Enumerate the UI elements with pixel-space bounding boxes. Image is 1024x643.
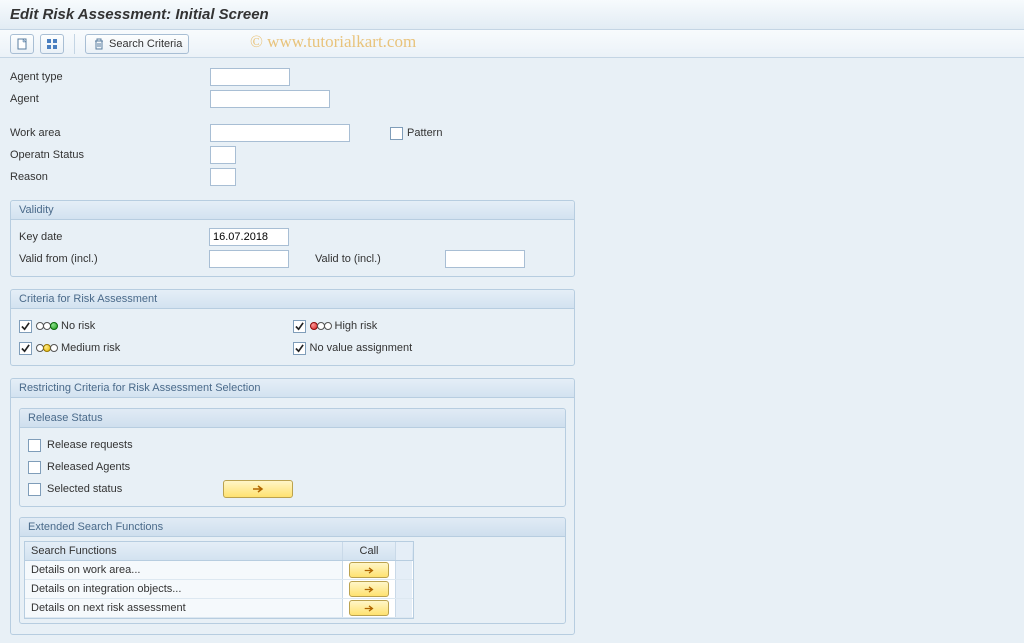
title-bar: Edit Risk Assessment: Initial Screen	[0, 0, 1024, 30]
call-cell	[343, 561, 396, 579]
extended-search-groupbox: Extended Search Functions Search Functio…	[19, 517, 566, 624]
criteria-title: Criteria for Risk Assessment	[11, 290, 574, 309]
agent-label: Agent	[10, 93, 210, 105]
valid-from-input[interactable]	[209, 250, 289, 268]
release-requests-label: Release requests	[47, 439, 133, 451]
traffic-light-yellow-icon	[36, 344, 57, 352]
extended-search-title: Extended Search Functions	[20, 518, 565, 537]
search-criteria-label: Search Criteria	[109, 38, 182, 50]
operatn-status-label: Operatn Status	[10, 149, 210, 161]
arrow-right-icon	[363, 566, 375, 575]
call-cell	[343, 580, 396, 598]
release-status-title: Release Status	[20, 409, 565, 428]
search-function-cell: Details on work area...	[25, 561, 343, 579]
col-search-functions[interactable]: Search Functions	[25, 542, 343, 560]
col-call[interactable]: Call	[343, 542, 396, 560]
table-row[interactable]: Details on next risk assessment	[25, 599, 413, 618]
high-risk-checkbox[interactable]	[293, 320, 306, 333]
selected-status-arrow-button[interactable]	[223, 480, 293, 498]
search-function-cell: Details on integration objects...	[25, 580, 343, 598]
valid-to-input[interactable]	[445, 250, 525, 268]
no-risk-checkbox[interactable]	[19, 320, 32, 333]
no-value-label: No value assignment	[310, 342, 413, 354]
selected-status-label: Selected status	[47, 483, 217, 495]
no-risk-label: No risk	[61, 320, 95, 332]
key-date-input[interactable]	[209, 228, 289, 246]
no-value-checkbox[interactable]	[293, 342, 306, 355]
grid-layout-button[interactable]	[40, 34, 64, 54]
validity-title: Validity	[11, 201, 574, 220]
search-function-cell: Details on next risk assessment	[25, 599, 343, 617]
trash-icon	[92, 37, 106, 51]
table-scrollbar[interactable]	[396, 561, 412, 579]
restricting-groupbox: Restricting Criteria for Risk Assessment…	[10, 378, 575, 635]
table-row[interactable]: Details on integration objects...	[25, 580, 413, 599]
toolbar: Search Criteria	[0, 30, 1024, 58]
criteria-groupbox: Criteria for Risk Assessment No risk Hig…	[10, 289, 575, 366]
document-icon	[15, 37, 29, 51]
released-agents-checkbox[interactable]	[28, 461, 41, 474]
call-arrow-button[interactable]	[349, 600, 389, 616]
selected-status-checkbox[interactable]	[28, 483, 41, 496]
restricting-title: Restricting Criteria for Risk Assessment…	[11, 379, 574, 398]
search-functions-table: Search Functions Call Details on work ar…	[24, 541, 414, 619]
call-arrow-button[interactable]	[349, 562, 389, 578]
call-arrow-button[interactable]	[349, 581, 389, 597]
reason-label: Reason	[10, 171, 210, 183]
release-requests-checkbox[interactable]	[28, 439, 41, 452]
pattern-label: Pattern	[407, 127, 442, 139]
work-area-label: Work area	[10, 127, 210, 139]
high-risk-label: High risk	[335, 320, 378, 332]
toolbar-separator	[74, 34, 75, 54]
medium-risk-checkbox[interactable]	[19, 342, 32, 355]
agent-type-input[interactable]	[210, 68, 290, 86]
pattern-checkbox[interactable]	[390, 127, 403, 140]
traffic-light-red-icon	[310, 322, 331, 330]
work-area-input[interactable]	[210, 124, 350, 142]
search-criteria-button[interactable]: Search Criteria	[85, 34, 189, 54]
arrow-right-icon	[363, 604, 375, 613]
release-status-groupbox: Release Status Release requests Released…	[19, 408, 566, 507]
released-agents-label: Released Agents	[47, 461, 130, 473]
page-title: Edit Risk Assessment: Initial Screen	[10, 6, 1014, 23]
arrow-right-icon	[363, 585, 375, 594]
traffic-light-green-icon	[36, 322, 57, 330]
valid-to-label: Valid to (incl.)	[315, 253, 445, 265]
reason-input[interactable]	[210, 168, 236, 186]
grid-icon	[45, 37, 59, 51]
table-scrollbar[interactable]	[396, 580, 412, 598]
table-scrollbar[interactable]	[396, 599, 412, 617]
validity-groupbox: Validity Key date Valid from (incl.) Val…	[10, 200, 575, 277]
key-date-label: Key date	[19, 231, 209, 243]
arrow-right-icon	[251, 484, 265, 494]
operatn-status-input[interactable]	[210, 146, 236, 164]
valid-from-label: Valid from (incl.)	[19, 253, 209, 265]
table-row[interactable]: Details on work area...	[25, 561, 413, 580]
new-document-button[interactable]	[10, 34, 34, 54]
table-scrollbar[interactable]	[396, 542, 412, 560]
agent-input[interactable]	[210, 90, 330, 108]
call-cell	[343, 599, 396, 617]
agent-type-label: Agent type	[10, 71, 210, 83]
medium-risk-label: Medium risk	[61, 342, 120, 354]
